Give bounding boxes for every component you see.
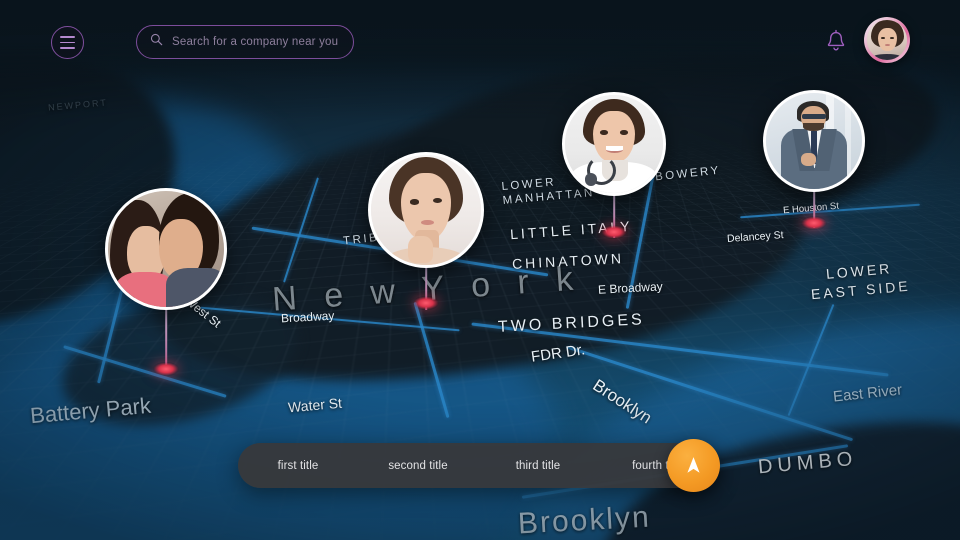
bell-icon[interactable] bbox=[824, 29, 848, 55]
marker-avatar-photo[interactable] bbox=[763, 90, 865, 192]
map-marker-3[interactable] bbox=[562, 92, 666, 248]
marker-dot bbox=[801, 216, 827, 230]
avatar[interactable] bbox=[864, 17, 910, 63]
marker-dot bbox=[413, 296, 439, 310]
map-marker-1[interactable] bbox=[105, 188, 227, 376]
marker-dot bbox=[601, 225, 627, 239]
top-header-bar: Search for a company near you bbox=[0, 0, 960, 78]
map-marker-4[interactable] bbox=[763, 90, 865, 236]
hamburger-menu-icon[interactable] bbox=[51, 26, 84, 59]
map-app-screen: NEWPORT N e w Y o r k TRIBECA LOWER MANH… bbox=[0, 0, 960, 540]
bottom-bar-item-first[interactable]: first title bbox=[238, 460, 358, 472]
marker-stem bbox=[165, 306, 167, 368]
navigation-arrow-icon[interactable] bbox=[667, 439, 720, 492]
bottom-bar-item-second[interactable]: second title bbox=[358, 460, 478, 472]
bottom-navigation-bar: first title second title third title fou… bbox=[238, 439, 720, 492]
marker-avatar-photo[interactable] bbox=[562, 92, 666, 196]
marker-avatar-photo[interactable] bbox=[105, 188, 227, 310]
marker-dot bbox=[153, 362, 179, 376]
marker-avatar-photo[interactable] bbox=[368, 152, 484, 268]
search-input[interactable]: Search for a company near you bbox=[136, 25, 354, 59]
map-marker-2[interactable] bbox=[368, 152, 484, 310]
search-icon bbox=[150, 33, 163, 51]
bottom-bar-item-third[interactable]: third title bbox=[478, 460, 598, 472]
search-placeholder: Search for a company near you bbox=[172, 36, 339, 48]
